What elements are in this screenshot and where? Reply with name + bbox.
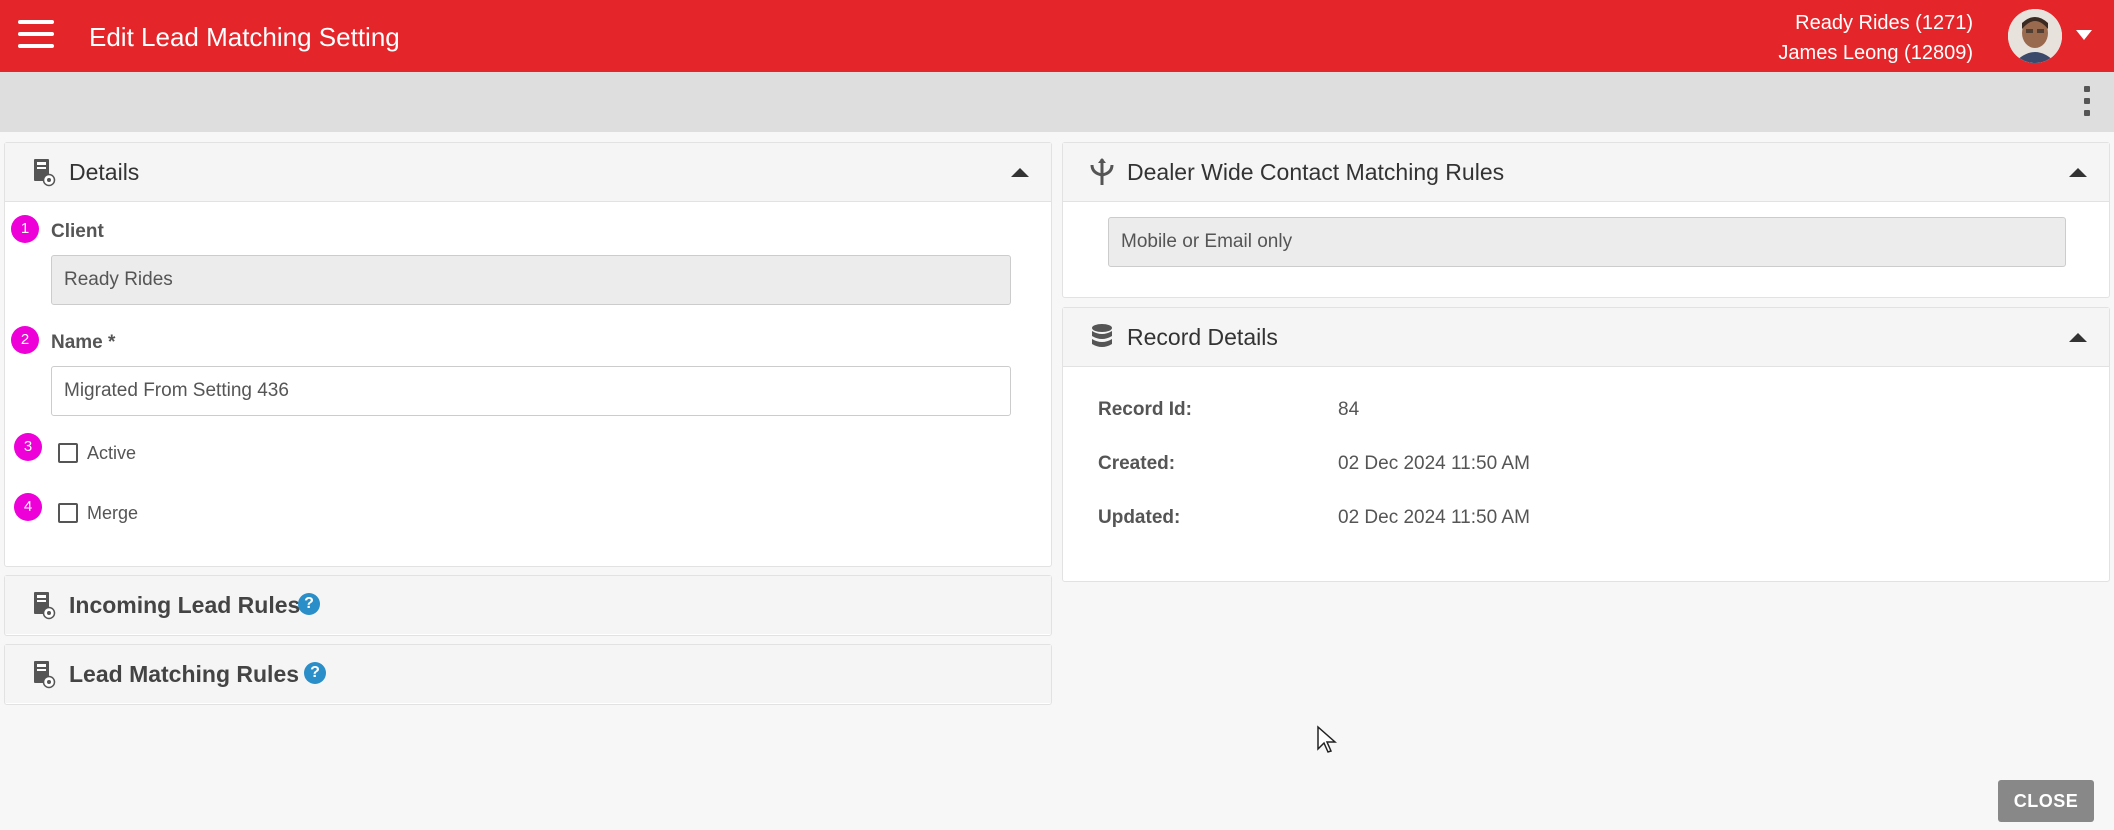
matching-rule-field[interactable]: Mobile or Email only [1108, 217, 2066, 267]
user-avatar[interactable] [2008, 9, 2062, 63]
created-value: 02 Dec 2024 11:50 AM [1338, 453, 1530, 474]
lead-matching-rules-panel[interactable]: Lead Matching Rules ? [4, 644, 1052, 705]
dealer-wide-matching-title: Dealer Wide Contact Matching Rules [1127, 159, 1505, 185]
kebab-menu-icon[interactable] [2084, 86, 2092, 120]
incoming-lead-rules-title: Incoming Lead Rules [69, 592, 301, 618]
details-panel: Details 1 Client Ready Rides 2 Name * Mi… [4, 142, 1052, 567]
top-app-bar: Edit Lead Matching Setting Ready Rides (… [0, 0, 2114, 72]
step-badge-1: 1 [11, 215, 39, 243]
details-panel-title: Details [69, 159, 140, 185]
mouse-cursor-icon [1317, 725, 1337, 753]
step-badge-2: 2 [11, 326, 39, 354]
database-icon [1092, 324, 1112, 347]
document-settings-icon [34, 592, 56, 620]
merge-arrows-icon [1090, 158, 1114, 185]
chevron-up-icon[interactable] [1011, 168, 1029, 177]
record-id-value: 84 [1338, 399, 1360, 420]
client-field[interactable]: Ready Rides [51, 255, 1011, 305]
page-title: Edit Lead Matching Setting [89, 22, 400, 52]
chevron-up-icon[interactable] [2069, 333, 2087, 342]
dealer-wide-matching-header[interactable]: Dealer Wide Contact Matching Rules [1063, 143, 2109, 202]
hamburger-menu-icon[interactable] [18, 20, 54, 50]
merge-checkbox[interactable] [58, 503, 78, 523]
active-label: Active [87, 443, 137, 463]
incoming-lead-rules-panel[interactable]: Incoming Lead Rules ? [4, 575, 1052, 636]
document-settings-icon [34, 159, 56, 187]
lead-matching-rules-title: Lead Matching Rules [69, 661, 300, 687]
details-panel-header[interactable]: Details [5, 143, 1051, 202]
record-details-header[interactable]: Record Details [1063, 308, 2109, 367]
account-dropdown-icon[interactable] [2076, 30, 2092, 40]
active-checkbox[interactable] [58, 443, 78, 463]
record-id-label: Record Id: [1098, 399, 1192, 420]
merge-label: Merge [87, 503, 139, 523]
help-icon[interactable]: ? [298, 593, 320, 615]
action-toolbar [0, 72, 2114, 132]
close-button[interactable]: CLOSE [1998, 780, 2094, 822]
user-info: Ready Rides (1271) James Leong (12809) [1778, 8, 1973, 68]
updated-value: 02 Dec 2024 11:50 AM [1338, 507, 1530, 528]
help-icon[interactable]: ? [304, 662, 326, 684]
document-settings-icon [34, 661, 56, 689]
client-label: Client [51, 221, 104, 242]
dealer-wide-matching-panel: Dealer Wide Contact Matching Rules Mobil… [1062, 142, 2110, 298]
record-details-title: Record Details [1127, 324, 1278, 350]
name-field[interactable]: Migrated From Setting 436 [51, 366, 1011, 416]
created-label: Created: [1098, 453, 1176, 474]
step-badge-4: 4 [14, 493, 42, 521]
record-details-panel: Record Details Record Id: 84 Created: 02… [1062, 307, 2110, 582]
lead-matching-rules-header[interactable]: Lead Matching Rules ? [5, 645, 1051, 703]
user-name-label: James Leong (12809) [1778, 42, 1973, 64]
client-account-label: Ready Rides (1271) [1795, 12, 1973, 34]
incoming-lead-rules-header[interactable]: Incoming Lead Rules ? [5, 576, 1051, 634]
updated-label: Updated: [1098, 507, 1181, 528]
name-label: Name * [51, 332, 116, 353]
chevron-up-icon[interactable] [2069, 168, 2087, 177]
step-badge-3: 3 [14, 433, 42, 461]
